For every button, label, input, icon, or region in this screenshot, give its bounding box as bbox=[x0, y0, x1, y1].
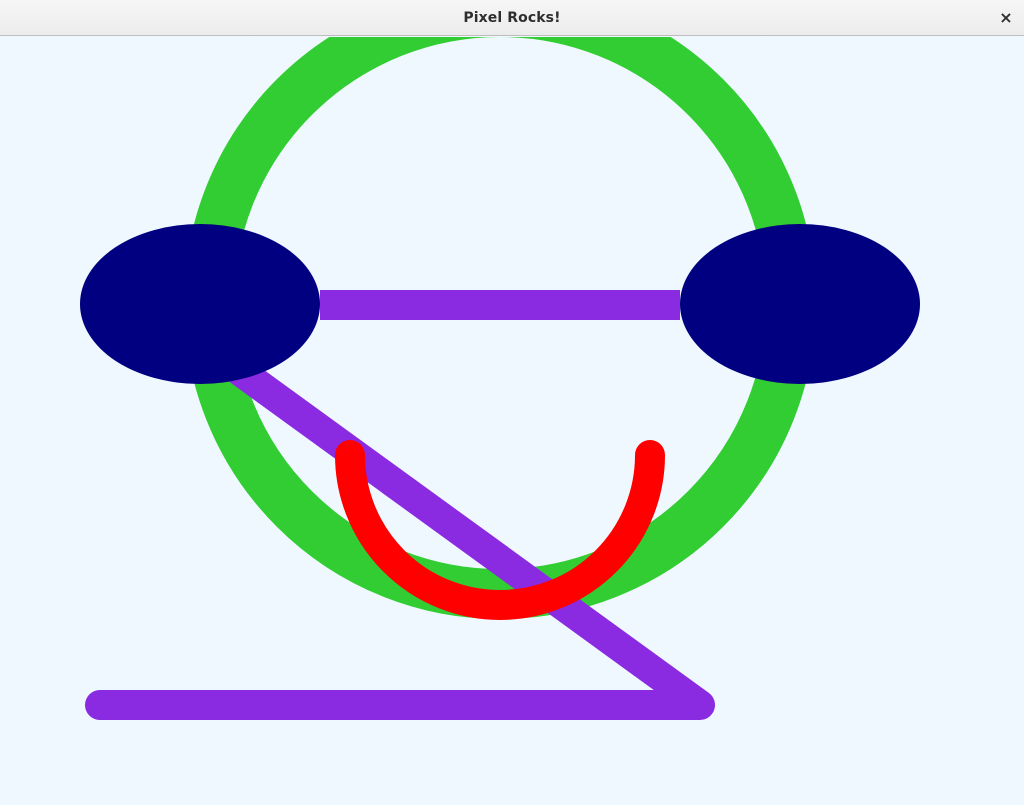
close-button[interactable]: × bbox=[994, 6, 1018, 30]
eye-bridge-line bbox=[320, 290, 680, 320]
title-bar: Pixel Rocks! × bbox=[0, 0, 1024, 36]
close-icon: × bbox=[999, 8, 1013, 27]
purple-line-path bbox=[85, 327, 715, 720]
window-title: Pixel Rocks! bbox=[463, 9, 561, 26]
drawing-canvas bbox=[0, 37, 1024, 805]
left-eye bbox=[80, 224, 320, 384]
right-eye bbox=[680, 224, 920, 384]
app-window: Pixel Rocks! × bbox=[0, 0, 1024, 805]
drawing-svg bbox=[80, 37, 920, 720]
